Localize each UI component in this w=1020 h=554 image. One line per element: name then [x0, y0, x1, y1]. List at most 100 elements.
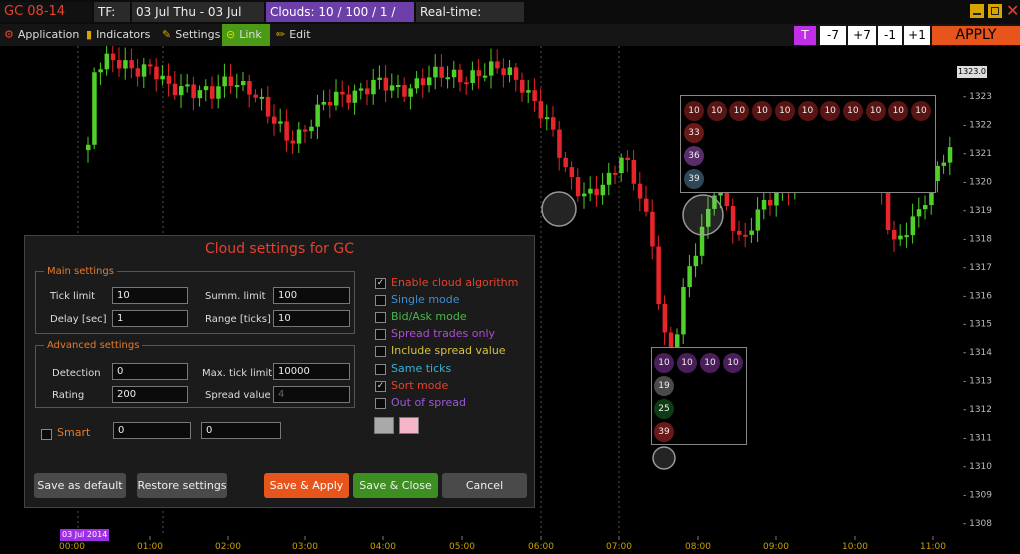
menu-edit[interactable]: ✏ Edit: [276, 24, 311, 46]
color-swatch[interactable]: [374, 417, 394, 434]
candle-body: [365, 88, 370, 95]
rating-label: Rating: [52, 390, 85, 401]
option-label: Sort mode: [391, 378, 449, 392]
max-tick-field[interactable]: 10000: [273, 363, 350, 380]
restore-settings-button[interactable]: Restore settings: [137, 473, 227, 498]
option-checkbox[interactable]: [375, 346, 386, 358]
close-icon[interactable]: ✕: [1006, 2, 1020, 20]
candle-body: [414, 78, 420, 89]
candle-body: [575, 177, 581, 197]
minus7-button[interactable]: -7: [820, 26, 846, 45]
candle-body: [631, 160, 637, 184]
cancel-button[interactable]: Cancel: [442, 473, 527, 498]
price-tick-label: - 1316: [963, 291, 992, 301]
time-tick-label: 02:00: [215, 542, 241, 552]
option-checkbox[interactable]: [375, 312, 386, 324]
cloud-cell: 10: [842, 101, 863, 121]
cloud-cell: 33: [684, 123, 704, 143]
candle-body: [303, 129, 308, 132]
candle-body: [296, 129, 302, 144]
range-field[interactable]: 10: [273, 310, 350, 327]
candle-body: [737, 230, 742, 235]
price-tick-label: - 1318: [963, 234, 992, 244]
candle-body: [166, 75, 172, 84]
cloud-marker[interactable]: [682, 194, 724, 236]
menu-indicators[interactable]: ▮ Indicators: [86, 24, 150, 46]
candle-body: [185, 84, 190, 87]
option-checkbox[interactable]: [375, 397, 386, 409]
summ-limit-field[interactable]: 100: [273, 287, 350, 304]
price-tick-label: - 1320: [963, 177, 992, 187]
candle-body: [749, 230, 754, 235]
delay-field[interactable]: 1: [112, 310, 188, 327]
rating-field[interactable]: 200: [112, 386, 188, 403]
tick-limit-field[interactable]: 10: [112, 287, 188, 304]
option-label: Spread trades only: [391, 327, 496, 341]
cloud-cell: 10: [700, 353, 720, 373]
candle-body: [383, 77, 389, 91]
candle-body: [476, 70, 482, 77]
date-range-label[interactable]: 03 Jul Thu - 03 Jul Thu: [132, 2, 264, 39]
candle-body: [526, 90, 531, 93]
price-tick-label: - 1321: [963, 149, 992, 159]
time-tick-label: 06:00: [528, 542, 554, 552]
smart-checkbox[interactable]: [41, 429, 52, 440]
candle-body: [179, 86, 184, 96]
option-checkbox[interactable]: ✓: [375, 278, 386, 289]
menu-link[interactable]: ⊝ Link: [222, 24, 270, 46]
price-tick-label: - 1314: [963, 348, 992, 358]
smart-field-b[interactable]: 0: [201, 422, 281, 439]
candle-body: [265, 96, 271, 117]
minus1-button[interactable]: -1: [878, 26, 902, 45]
menu-application[interactable]: ⚙ Application: [4, 24, 79, 46]
candle-body: [247, 81, 252, 95]
spread-value-field[interactable]: 4: [273, 386, 350, 403]
detection-field[interactable]: 0: [112, 363, 188, 380]
price-tick-label: - 1312: [963, 405, 992, 415]
candle-body: [619, 157, 624, 174]
minimize-icon[interactable]: [970, 4, 984, 18]
candle-body: [693, 255, 699, 267]
save-as-default-button[interactable]: Save as default: [34, 473, 126, 498]
realtime-label: Real-time: 10437: [416, 2, 524, 39]
clouds-label[interactable]: Clouds: 10 / 100 / 1 / 10: [266, 2, 414, 39]
maximize-icon[interactable]: [988, 4, 1002, 18]
candle-body: [923, 205, 928, 210]
candle-body: [885, 191, 891, 230]
candle-body: [904, 235, 909, 238]
option-checkbox[interactable]: [375, 329, 386, 341]
option-label: Out of spread: [391, 395, 467, 409]
smart-field-a[interactable]: 0: [113, 422, 191, 439]
candle-body: [538, 101, 544, 119]
candle-body: [334, 91, 339, 106]
t-button[interactable]: T: [794, 26, 816, 45]
candle-body: [520, 79, 525, 93]
candle-body: [768, 199, 773, 206]
candle-body: [724, 192, 730, 207]
option-checkbox[interactable]: [375, 363, 386, 375]
price-tick-label: - 1313: [963, 377, 992, 387]
cloud-cell: 10: [706, 101, 727, 121]
price-tick-label: - 1323: [963, 92, 992, 102]
cloud-cell: 36: [684, 146, 704, 166]
save-close-button[interactable]: Save & Close: [353, 473, 438, 498]
plus7-button[interactable]: +7: [848, 26, 876, 45]
option-checkbox[interactable]: [375, 295, 386, 307]
option-checkbox[interactable]: ✓: [375, 380, 386, 392]
cloud-cell: 10: [752, 101, 773, 121]
apply-button[interactable]: APPLY: [932, 26, 1020, 45]
candle-body: [464, 82, 469, 85]
menu-settings[interactable]: ✎ Settings: [162, 24, 220, 46]
candle-body: [427, 77, 432, 86]
cloud-cell: 39: [654, 422, 674, 442]
cloud-marker[interactable]: [541, 191, 577, 227]
save-apply-button[interactable]: Save & Apply: [264, 473, 349, 498]
cloud-marker[interactable]: [652, 446, 676, 470]
timeframe-label[interactable]: TF: 5: [94, 2, 130, 39]
plus1-button[interactable]: +1: [904, 26, 930, 45]
cloud-cell: 10: [723, 353, 743, 373]
candle-body: [86, 144, 91, 151]
color-swatch[interactable]: [399, 417, 419, 434]
candle-body: [761, 199, 767, 210]
candle-body: [172, 83, 178, 96]
